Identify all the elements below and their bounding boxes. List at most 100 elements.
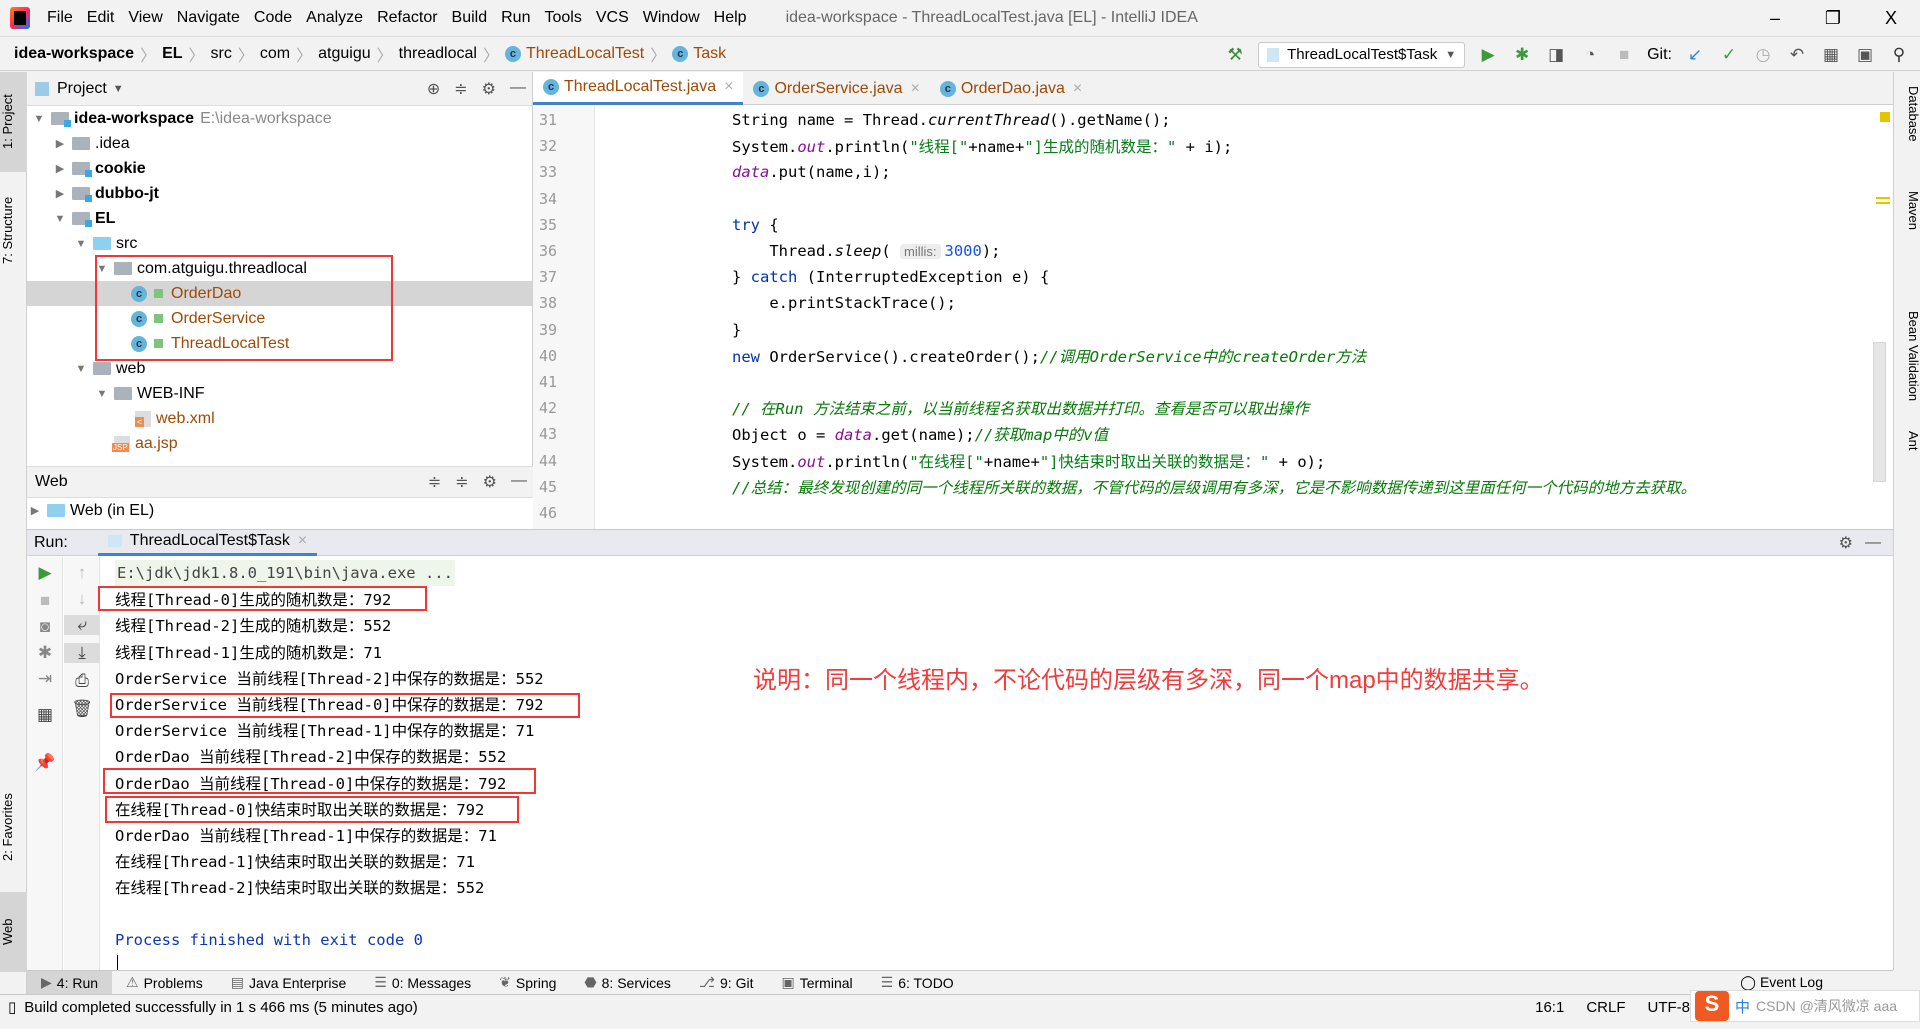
tool-window-favorites[interactable]: 2: Favorites [0,772,27,882]
editor-tab[interactable]: c OrderDao.java × [930,72,1092,105]
ime-toolbar[interactable]: S 中 CSDN @清风微凉 aaa [1690,990,1920,1022]
editor-scrollbar[interactable] [1873,342,1886,482]
tool-window-bean-validation[interactable]: Bean Validation [1894,307,1920,401]
code-line[interactable]: 33 data.put(name,i); [533,159,1873,185]
bottom-tab[interactable]: ▤ Java Enterprise [217,971,361,995]
expand-all-icon[interactable]: ≑ [428,472,441,492]
profile-icon[interactable]: ◔ [1579,45,1601,65]
pin-icon[interactable]: 📌 [27,753,63,773]
bottom-tab[interactable]: ⎇ 9: Git [685,971,768,995]
bottom-tab[interactable]: ▶ 4: Run [27,970,113,995]
status-window-icon[interactable]: ▯ [8,998,16,1016]
code-line[interactable]: 39} [533,317,1873,343]
chevron-down-icon[interactable]: ▼ [52,213,68,225]
tree-item[interactable]: web.xml [27,406,532,431]
tree-item[interactable]: ▶ cookie [27,156,532,181]
code-line[interactable]: 46 [533,500,1873,526]
project-structure-icon[interactable]: ▦ [1820,45,1842,65]
menu-vcs[interactable]: VCS [589,9,636,27]
bottom-tab[interactable]: ⬣ 8: Services [570,971,684,995]
menu-help[interactable]: Help [707,9,754,27]
arrow-up-icon[interactable]: ↑ [64,563,100,583]
chevron-down-icon[interactable]: ▼ [94,263,110,275]
breadcrumb-item[interactable]: c ThreadLocalTest [504,45,644,63]
run-icon[interactable]: ▶ [1477,45,1499,65]
bottom-tab[interactable]: ▣ Terminal [767,971,866,995]
chevron-down-icon[interactable]: ▼ [73,238,89,250]
code-line[interactable]: 41 [533,369,1873,395]
gear-icon[interactable]: ⚙ [482,79,496,99]
stop-icon[interactable]: ■ [27,591,63,611]
chevron-down-icon[interactable]: ▼ [31,113,47,125]
run-tab[interactable]: ThreadLocalTest$Task × [97,530,318,556]
coverage-icon[interactable]: ◨ [1545,45,1567,65]
hide-minus-icon[interactable]: — [1865,534,1881,552]
menu-code[interactable]: Code [247,9,299,27]
debug-bug-icon[interactable]: ✱ [27,643,63,663]
tree-item[interactable]: ▶ dubbo-jt [27,181,532,206]
menu-navigate[interactable]: Navigate [170,9,247,27]
code-line[interactable]: 31 String name = Thread.currentThread().g… [533,107,1873,133]
editor-tab[interactable]: c ThreadLocalTest.java × [533,72,744,105]
breadcrumb-item[interactable]: com [260,45,290,63]
tool-window-database[interactable]: Database [1894,82,1920,142]
stop-icon[interactable]: ■ [1613,45,1635,65]
tree-item[interactable]: ▼ EL [27,206,532,231]
code-line[interactable]: 43 Object o = data.get(name);//获取map中的v值 [533,421,1873,447]
menu-analyze[interactable]: Analyze [299,9,370,27]
git-history-clock-icon[interactable]: ◷ [1752,45,1774,65]
tree-item[interactable]: ▼ idea-workspace E:\idea-workspace [27,106,532,131]
tree-item[interactable]: ▼ web [27,356,532,381]
chevron-right-icon[interactable]: ▶ [27,504,43,517]
build-hammer-icon[interactable]: ⚒ [1224,45,1246,65]
bottom-tab[interactable]: ☰ 6: TODO [867,971,968,995]
chevron-right-icon[interactable]: ▶ [52,137,68,150]
code-line[interactable]: 44 System.out.println("在线程["+name+"]快结束时取… [533,448,1873,474]
menu-window[interactable]: Window [636,9,707,27]
file-encoding[interactable]: UTF-8 [1648,999,1691,1016]
chevron-down-icon[interactable]: ▼ [94,388,110,400]
menu-refactor[interactable]: Refactor [370,9,444,27]
menu-file[interactable]: File [40,9,80,27]
breadcrumb-item[interactable]: threadlocal [399,45,477,63]
breadcrumb-item[interactable]: c Task [672,45,726,63]
breadcrumb-item[interactable]: atguigu [318,45,371,63]
soft-wrap-icon[interactable]: ⤶ [64,615,100,635]
menu-view[interactable]: View [121,9,169,27]
code-line[interactable]: 40 new OrderService().createOrder();//调用O… [533,343,1873,369]
tool-window-structure[interactable]: 7: Structure [0,180,27,280]
code-line[interactable]: 42 // 在Run 方法结束之前，以当前线程名获取出数据并打印。查看是否可以取出… [533,395,1873,421]
code-line[interactable]: 37} catch (InterruptedException e) { [533,264,1873,290]
print-icon[interactable]: ⎙ [64,671,100,691]
editor-tab[interactable]: c OrderService.java × [743,72,929,105]
git-update-icon[interactable]: ↙ [1684,45,1706,65]
project-panel-title[interactable]: Project [57,80,107,98]
status-message[interactable]: Build completed successfully in 1 s 466 … [24,999,418,1016]
layout-icon[interactable]: ▦ [27,705,63,725]
menu-build[interactable]: Build [445,9,495,27]
tree-item[interactable]: ▼ com.atguigu.threadlocal [27,256,532,281]
menu-edit[interactable]: Edit [80,9,122,27]
ime-mode[interactable]: 中 [1735,996,1750,1017]
tool-window-project[interactable]: 1: Project [0,72,27,172]
breadcrumb-item[interactable]: EL [162,45,182,63]
error-stripe-marker[interactable] [1876,202,1890,204]
scroll-to-end-icon[interactable]: ⤓ [64,643,100,663]
code-line[interactable]: 36 Thread.sleep( millis: 3000); [533,238,1873,264]
exit-icon[interactable]: ⇥ [27,669,63,689]
tree-item[interactable]: c ThreadLocalTest [27,331,532,356]
restore-button[interactable]: ❐ [1804,0,1862,36]
breadcrumb-item[interactable]: idea-workspace [14,45,134,63]
hide-minus-icon[interactable]: — [511,472,527,492]
breadcrumb-item[interactable]: src [211,45,232,63]
menu-tools[interactable]: Tools [537,9,588,27]
tree-item[interactable]: aa.jsp [27,431,532,456]
error-stripe-marker[interactable] [1876,197,1890,199]
collapse-all-icon[interactable]: ≑ [455,472,468,492]
close-tab-icon[interactable]: × [724,78,733,96]
camera-dump-icon[interactable]: ◙ [27,617,63,637]
locate-target-icon[interactable]: ⊕ [427,79,440,99]
bottom-tab[interactable]: ❦ Spring [485,971,570,995]
tool-window-ant[interactable]: Ant [1894,427,1920,451]
menu-run[interactable]: Run [494,9,537,27]
